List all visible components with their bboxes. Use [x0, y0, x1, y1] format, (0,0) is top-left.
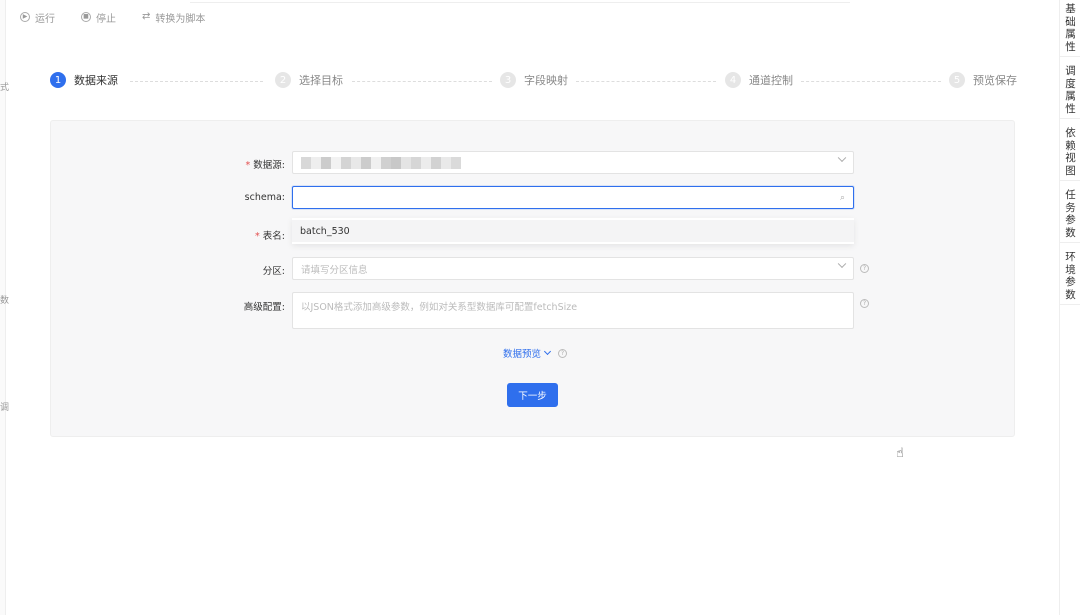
step-number: 5 — [949, 72, 965, 88]
step-label: 数据来源 — [74, 74, 118, 87]
tab-label-char: 础 — [1065, 15, 1076, 28]
tab-label-char: 赖 — [1065, 139, 1076, 152]
stop-circle-icon: ■ — [81, 12, 91, 22]
tab-label-char: 属 — [1065, 90, 1076, 102]
step-connector — [576, 81, 716, 82]
chevron-down-icon — [543, 347, 552, 355]
toolbar: ▶ 运行 ■ 停止 ⇄ 转换为脚本 — [20, 9, 205, 25]
convert-to-script-button[interactable]: ⇄ 转换为脚本 — [142, 9, 205, 25]
convert-label: 转换为脚本 — [155, 13, 206, 25]
partition-label: 分区: — [262, 266, 285, 277]
step-preview-save[interactable]: 5 预览保存 — [949, 72, 1017, 88]
left-sidebar-strip: 式 数 调 — [0, 0, 10, 615]
search-icon: ⌕ — [839, 192, 845, 203]
tab-task-params[interactable]: 任务参数 — [1060, 181, 1080, 243]
advanced-config-textarea[interactable]: 以JSON格式添加高级参数，例如对关系型数据库可配置fetchSize — [292, 292, 854, 329]
tab-label-char: 调 — [1065, 65, 1076, 77]
stop-button[interactable]: ■ 停止 — [81, 9, 116, 25]
step-label: 字段映射 — [524, 74, 568, 87]
run-button[interactable]: ▶ 运行 — [20, 9, 55, 25]
step-channel-control[interactable]: 4 通道控制 — [725, 72, 793, 88]
chevron-down-icon — [837, 153, 847, 168]
step-number: 4 — [725, 72, 741, 88]
left-fragment: 数 — [0, 296, 10, 306]
left-fragment: 式 — [0, 83, 10, 93]
tab-label-char: 图 — [1065, 164, 1076, 177]
step-connector — [130, 81, 263, 82]
play-circle-icon: ▶ — [20, 12, 30, 22]
step-select-target[interactable]: 2 选择目标 — [275, 72, 343, 88]
hand-cursor-icon: ☝ — [896, 446, 904, 461]
tab-label-char: 依 — [1065, 127, 1076, 139]
tab-label-char: 数 — [1065, 226, 1076, 239]
datasource-select[interactable] — [292, 151, 854, 174]
step-label: 通道控制 — [749, 74, 793, 87]
data-preview-toggle[interactable]: 数据预览 ? — [503, 346, 568, 360]
tab-label-char: 性 — [1065, 102, 1076, 115]
top-divider — [190, 0, 850, 3]
step-label: 选择目标 — [299, 74, 343, 87]
step-number: 2 — [275, 72, 291, 88]
tab-label-char: 务 — [1065, 201, 1076, 214]
table-label: * 表名: — [255, 231, 285, 242]
tab-label-char: 基 — [1065, 3, 1076, 15]
step-connector — [352, 81, 492, 82]
partition-select[interactable]: 请填写分区信息 — [292, 257, 854, 280]
tab-label-char: 任 — [1065, 189, 1076, 201]
schema-dropdown: batch_530 — [292, 218, 854, 244]
advanced-config-placeholder: 以JSON格式添加高级参数，例如对关系型数据库可配置fetchSize — [301, 302, 578, 313]
advanced-config-label: 高级配置: — [243, 302, 285, 313]
tab-basic-properties[interactable]: 基础属性 — [1060, 0, 1080, 57]
help-icon[interactable]: ? — [860, 299, 869, 308]
step-number: 1 — [50, 72, 66, 88]
step-data-source[interactable]: 1 数据来源 — [50, 72, 118, 88]
tab-env-params[interactable]: 环境参数 — [1060, 243, 1080, 305]
tab-label-char: 数 — [1065, 288, 1076, 301]
tab-schedule-properties[interactable]: 调度属性 — [1060, 57, 1080, 119]
help-icon[interactable]: ? — [558, 348, 568, 358]
left-fragment: 调 — [0, 403, 10, 413]
form-panel: * 数据源: schema: ⌕ batch_530 * 表名: 分区: 请填写分区… — [50, 120, 1015, 437]
convert-icon: ⇄ — [142, 11, 151, 22]
tab-label-char: 参 — [1065, 276, 1076, 288]
tab-label-char: 属 — [1065, 28, 1076, 40]
datasource-label: * 数据源: — [245, 160, 285, 171]
right-side-panel: 基础属性 调度属性 依赖视图 任务参数 环境参数 — [1059, 0, 1080, 615]
schema-option[interactable]: batch_530 — [292, 220, 854, 242]
next-step-button[interactable]: 下一步 — [507, 383, 558, 407]
schema-label: schema: — [244, 192, 285, 203]
data-preview-label: 数据预览 — [503, 349, 542, 360]
chevron-down-icon — [837, 259, 847, 274]
tab-label-char: 环 — [1065, 251, 1076, 263]
tab-label-char: 境 — [1065, 263, 1076, 276]
step-connector — [801, 81, 941, 82]
partition-placeholder: 请填写分区信息 — [301, 264, 368, 276]
step-label: 预览保存 — [973, 74, 1017, 87]
stop-label: 停止 — [96, 13, 116, 25]
step-number: 3 — [500, 72, 516, 88]
wizard-steps: 1 数据来源 2 选择目标 3 字段映射 4 通道控制 5 预览保存 — [50, 72, 1017, 92]
tab-dependency-view[interactable]: 依赖视图 — [1060, 119, 1080, 181]
schema-input[interactable]: ⌕ — [292, 186, 854, 209]
help-icon[interactable]: ? — [860, 264, 869, 273]
tab-label-char: 性 — [1065, 40, 1076, 53]
tab-label-char: 度 — [1065, 77, 1076, 90]
tab-label-char: 视 — [1065, 152, 1076, 164]
run-label: 运行 — [35, 13, 55, 25]
redacted-datasource-value — [301, 156, 471, 169]
tab-label-char: 参 — [1065, 214, 1076, 226]
step-field-mapping[interactable]: 3 字段映射 — [500, 72, 568, 88]
